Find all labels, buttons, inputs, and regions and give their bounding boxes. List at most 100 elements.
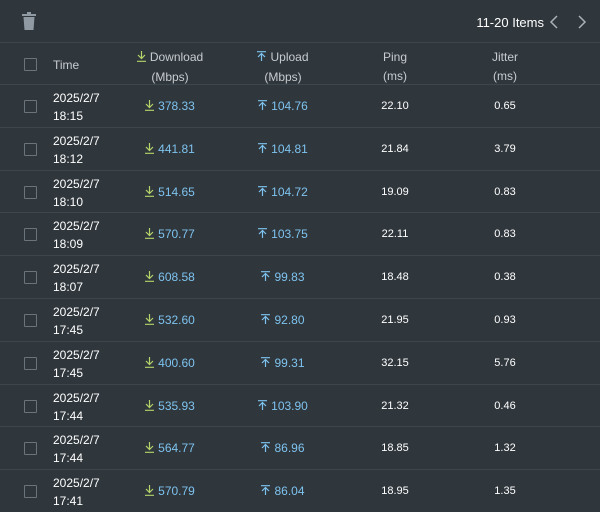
table-header: Time Download (Mbps) Upload (Mbps) Ping … — [0, 43, 600, 85]
download-arrow-icon — [145, 442, 155, 456]
download-arrow-icon — [145, 356, 155, 371]
download-arrow-icon — [145, 228, 155, 242]
ping-value: 21.32 — [381, 399, 409, 412]
row-timestamp: 2025/2/7 18:09 — [53, 219, 100, 252]
column-header-time[interactable]: Time — [53, 56, 79, 75]
ping-value: 22.11 — [381, 228, 409, 241]
ping-value: 21.84 — [381, 142, 409, 155]
jitter-value: 0.83 — [494, 185, 516, 198]
upload-arrow-icon — [257, 49, 267, 68]
column-header-jitter[interactable]: Jitter (ms) — [460, 48, 550, 86]
jitter-value: 0.65 — [494, 100, 516, 112]
upload-value: 86.04 — [238, 484, 328, 499]
ping-value: 19.09 — [381, 185, 409, 198]
row-checkbox[interactable] — [24, 313, 37, 327]
upload-arrow-icon — [261, 314, 271, 328]
column-label: Ping — [382, 50, 408, 64]
column-unit: (ms) — [493, 69, 517, 83]
ping-value: 22.10 — [381, 100, 409, 112]
download-value: 400.60 — [125, 356, 215, 371]
download-arrow-icon — [145, 271, 155, 285]
column-label: Upload — [270, 50, 309, 64]
row-checkbox[interactable] — [24, 100, 37, 113]
column-header-upload[interactable]: Upload (Mbps) — [238, 48, 328, 87]
upload-arrow-icon — [258, 100, 268, 114]
upload-arrow-icon — [261, 442, 271, 456]
speedtest-history-panel: 11-20 Items Time Download (Mbps) Upload … — [0, 0, 600, 512]
column-header-download[interactable]: Download (Mbps) — [125, 48, 215, 87]
row-checkbox[interactable] — [24, 485, 37, 499]
row-checkbox[interactable] — [24, 142, 37, 156]
download-value: 532.60 — [125, 313, 215, 328]
download-arrow-icon — [145, 399, 155, 414]
results-table: Time Download (Mbps) Upload (Mbps) Ping … — [0, 43, 600, 512]
row-checkbox[interactable] — [24, 442, 37, 456]
table-row: 2025/2/7 18:07 608.58 99.83 18.48 0.38 — [0, 256, 600, 299]
row-timestamp: 2025/2/7 17:41 — [53, 476, 100, 509]
pagination-range: 11-20 Items — [476, 15, 544, 30]
download-value: 378.33 — [125, 99, 215, 114]
upload-value: 103.90 — [238, 399, 328, 414]
ping-value: 21.95 — [381, 313, 409, 326]
table-row: 2025/2/7 17:45 532.60 92.80 21.95 0.93 — [0, 299, 600, 342]
upload-arrow-icon — [261, 485, 271, 499]
download-value: 514.65 — [125, 185, 215, 200]
download-arrow-icon — [145, 313, 155, 328]
column-header-ping[interactable]: Ping (ms) — [350, 48, 440, 86]
upload-value: 103.75 — [238, 227, 328, 242]
ping-value: 18.85 — [381, 442, 409, 455]
table-row: 2025/2/7 17:45 400.60 99.31 32.15 5.76 — [0, 342, 600, 385]
row-timestamp: 2025/2/7 17:44 — [53, 433, 100, 466]
table-row: 2025/2/7 18:09 570.77 103.75 22.11 0.83 — [0, 213, 600, 257]
upload-value: 104.81 — [238, 142, 328, 157]
upload-value: 99.31 — [238, 356, 328, 371]
select-all-checkbox[interactable] — [24, 58, 37, 71]
download-arrow-icon — [145, 185, 155, 200]
upload-value: 86.96 — [238, 441, 328, 456]
row-checkbox[interactable] — [24, 228, 37, 242]
chevron-right-icon[interactable] — [576, 13, 592, 31]
trash-icon[interactable] — [22, 12, 42, 32]
row-checkbox[interactable] — [24, 356, 37, 370]
download-arrow-icon — [145, 142, 155, 157]
jitter-value: 0.46 — [494, 399, 516, 412]
column-label: Download — [149, 50, 204, 64]
jitter-value: 3.79 — [494, 142, 516, 155]
chevron-left-icon[interactable] — [548, 13, 564, 31]
column-unit: (ms) — [383, 69, 407, 83]
row-timestamp: 2025/2/7 17:44 — [53, 390, 100, 423]
jitter-value: 0.93 — [494, 313, 516, 326]
upload-arrow-icon — [258, 185, 268, 200]
download-value: 535.93 — [125, 399, 215, 414]
upload-value: 99.83 — [238, 270, 328, 285]
jitter-value: 5.76 — [494, 356, 516, 369]
jitter-value: 0.38 — [494, 271, 516, 284]
table-row: 2025/2/7 17:41 570.79 86.04 18.95 1.35 — [0, 470, 600, 512]
row-checkbox[interactable] — [24, 271, 37, 285]
upload-value: 104.72 — [238, 185, 328, 200]
download-value: 608.58 — [125, 270, 215, 285]
row-timestamp: 2025/2/7 18:12 — [53, 133, 100, 166]
download-arrow-icon — [145, 485, 155, 499]
upload-arrow-icon — [258, 228, 268, 242]
jitter-value: 0.83 — [494, 228, 516, 241]
table-row: 2025/2/7 17:44 535.93 103.90 21.32 0.46 — [0, 385, 600, 428]
upload-arrow-icon — [258, 142, 268, 157]
download-value: 570.77 — [125, 227, 215, 242]
row-timestamp: 2025/2/7 18:07 — [53, 262, 100, 295]
upload-arrow-icon — [261, 271, 271, 285]
table-row: 2025/2/7 18:15 378.33 104.76 22.10 0.65 — [0, 85, 600, 128]
row-timestamp: 2025/2/7 17:45 — [53, 347, 100, 380]
jitter-value: 1.35 — [494, 485, 516, 498]
ping-value: 18.95 — [381, 485, 409, 498]
row-checkbox[interactable] — [24, 399, 37, 413]
table-row: 2025/2/7 18:10 514.65 104.72 19.09 0.83 — [0, 171, 600, 214]
upload-value: 104.76 — [238, 99, 328, 114]
row-timestamp: 2025/2/7 18:15 — [53, 91, 100, 123]
upload-arrow-icon — [261, 356, 271, 371]
column-label: Jitter — [491, 50, 518, 64]
table-row: 2025/2/7 18:12 441.81 104.81 21.84 3.79 — [0, 128, 600, 171]
ping-value: 32.15 — [381, 356, 409, 369]
row-checkbox[interactable] — [24, 185, 37, 199]
download-value: 441.81 — [125, 142, 215, 157]
